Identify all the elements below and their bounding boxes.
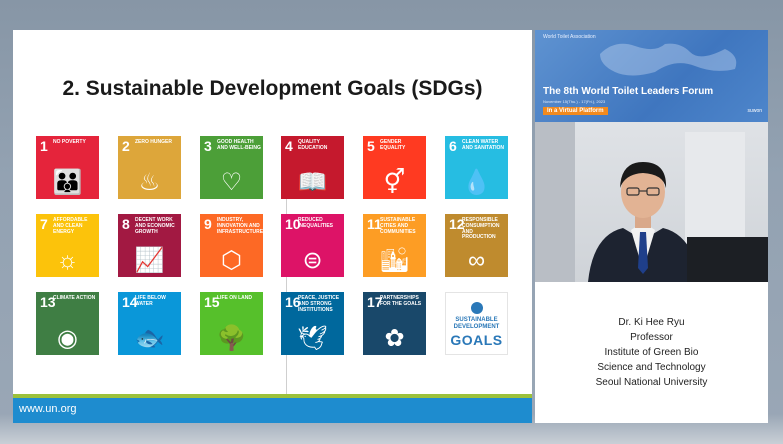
sdg-number: 2 (122, 138, 130, 154)
tree-icon: 🌳 (216, 325, 247, 352)
book-icon: 📖 (297, 169, 328, 196)
sdg-tile-8: 8 Decent Work and Economic Growth 📈 (118, 214, 181, 277)
sdg-logo-text: SUSTAINABLE DEVELOPMENT (446, 317, 507, 331)
sdg-number: 8 (122, 216, 130, 232)
growth-chart-icon: 📈 (134, 247, 165, 274)
sdg-tile-2: 2 Zero Hunger ♨ (118, 136, 181, 199)
footer-url: www.un.org (19, 403, 77, 415)
sdg-tile-11: 11 Sustainable Cities and Communities 🏙 (363, 214, 426, 277)
sdg-logo-line3: GOALS (450, 332, 503, 348)
banner-subtitle: November 15(Thu.) - 17(Fri.), 2023 (543, 99, 606, 104)
speaker-role: Professor (630, 332, 673, 343)
sdg-label: Affordable and Clean Energy (53, 217, 88, 235)
heartbeat-icon: ♡ (220, 169, 243, 196)
city-icon: 🏙 (379, 247, 410, 274)
sdg-number: 4 (285, 138, 293, 154)
sdg-label: Reduced Inequalities (298, 217, 334, 229)
brand-logo: suwon (747, 108, 762, 114)
sdg-number: 7 (40, 216, 48, 232)
sdg-tile-17: 17 Partnerships for the Goals ✿ (363, 292, 426, 355)
sdg-logo-tile: SUSTAINABLE DEVELOPMENT GOALS (445, 292, 508, 355)
sdg-label: Gender Equality (380, 139, 406, 151)
sdg-tile-6: 6 Clean Water and Sanitation 💧 (445, 136, 508, 199)
slide-footer: www.un.org (13, 394, 532, 423)
sdg-number: 9 (204, 216, 212, 232)
sdg-logo-line2: DEVELOPMENT (453, 324, 500, 331)
sun-icon: ☼ (56, 247, 79, 274)
sdg-tile-14: 14 Life Below Water 🐟 (118, 292, 181, 355)
family-icon: 👪 (52, 169, 83, 196)
banner-title: The 8th World Toilet Leaders Forum (543, 86, 714, 97)
gender-icon: ⚥ (383, 169, 406, 196)
speaker-avatar (588, 162, 701, 282)
sdg-label: Good Health and Well-Being (217, 139, 261, 151)
slide-title: 2. Sustainable Development Goals (SDGs) (62, 77, 483, 100)
sdg-tile-16: 16 Peace, Justice and Strong Institutions… (281, 292, 344, 355)
monitor (687, 237, 768, 282)
sdg-label: Responsible Consumption and Production (462, 217, 500, 241)
sdg-tile-1: 1 No Poverty 👪 (36, 136, 99, 199)
speaker-university: Seoul National University (595, 377, 708, 388)
sdg-grid: 1 No Poverty 👪 2 Zero Hunger ♨ 3 Good Health an… (36, 136, 510, 358)
speaker-info: Dr. Ki Hee Ryu Professor Institute of Gr… (535, 315, 768, 390)
sdg-label: Partnerships for the Goals (380, 295, 422, 307)
dove-icon: 🕊 (297, 325, 328, 352)
speaker-institute-2: Science and Technology (597, 362, 706, 373)
speaker-panel: World Toilet Association The 8th World T… (535, 30, 768, 423)
sdg-label: Life on Land (217, 295, 252, 301)
eye-globe-icon: ◉ (57, 325, 78, 352)
sdg-label: Zero Hunger (135, 139, 172, 145)
sdg-label: Life Below Water (135, 295, 166, 307)
equal-icon: ⊜ (302, 247, 323, 274)
water-icon: 💧 (461, 169, 492, 196)
cubes-icon: ⬡ (221, 247, 242, 274)
sdg-label: Climate Action (53, 295, 96, 301)
sdg-label: No Poverty (53, 139, 86, 145)
sdg-label: Clean Water and Sanitation (462, 139, 505, 151)
sdg-number: 3 (204, 138, 212, 154)
sdg-tile-5: 5 Gender Equality ⚥ (363, 136, 426, 199)
sdg-number: 6 (449, 138, 457, 154)
fish-icon: 🐟 (134, 325, 165, 352)
virtual-platform-badge: In a Virtual Platform (543, 107, 608, 115)
sdg-label: Industry, Innovation and Infrastructure (217, 217, 264, 235)
infinity-icon: ∞ (467, 247, 486, 274)
world-map-icon (600, 43, 737, 76)
sdg-label: Decent Work and Economic Growth (135, 217, 175, 235)
presentation-slide: 2. Sustainable Development Goals (SDGs) … (13, 30, 532, 423)
speaker-name: Dr. Ki Hee Ryu (618, 317, 685, 328)
rings-icon: ✿ (384, 325, 405, 352)
sdg-tile-10: 10 Reduced Inequalities ⊜ (281, 214, 344, 277)
sdg-logo-line1: SUSTAINABLE (455, 317, 498, 323)
sdg-tile-4: 4 Quality Education 📖 (281, 136, 344, 199)
video-wall (535, 122, 575, 282)
sdg-number: 5 (367, 138, 375, 154)
sdg-number: 1 (40, 138, 48, 154)
sdg-label: Quality Education (298, 139, 328, 151)
bowl-icon: ♨ (138, 169, 161, 196)
sdg-tile-7: 7 Affordable and Clean Energy ☼ (36, 214, 99, 277)
sdg-label: Sustainable Cities and Communities (380, 217, 416, 235)
forum-banner: World Toilet Association The 8th World T… (535, 30, 768, 122)
sdg-tile-13: 13 Climate Action ◉ (36, 292, 99, 355)
sdg-label: Peace, Justice and Strong Institutions (298, 295, 340, 313)
sdg-tile-9: 9 Industry, Innovation and Infrastructure… (200, 214, 263, 277)
speaker-video (535, 122, 768, 282)
sdg-tile-12: 12 Responsible Consumption and Production… (445, 214, 508, 277)
sdg-tile-3: 3 Good Health and Well-Being ♡ (200, 136, 263, 199)
speaker-institute-1: Institute of Green Bio (604, 347, 699, 358)
banner-org: World Toilet Association (543, 34, 596, 40)
sdg-tile-15: 15 Life on Land 🌳 (200, 292, 263, 355)
